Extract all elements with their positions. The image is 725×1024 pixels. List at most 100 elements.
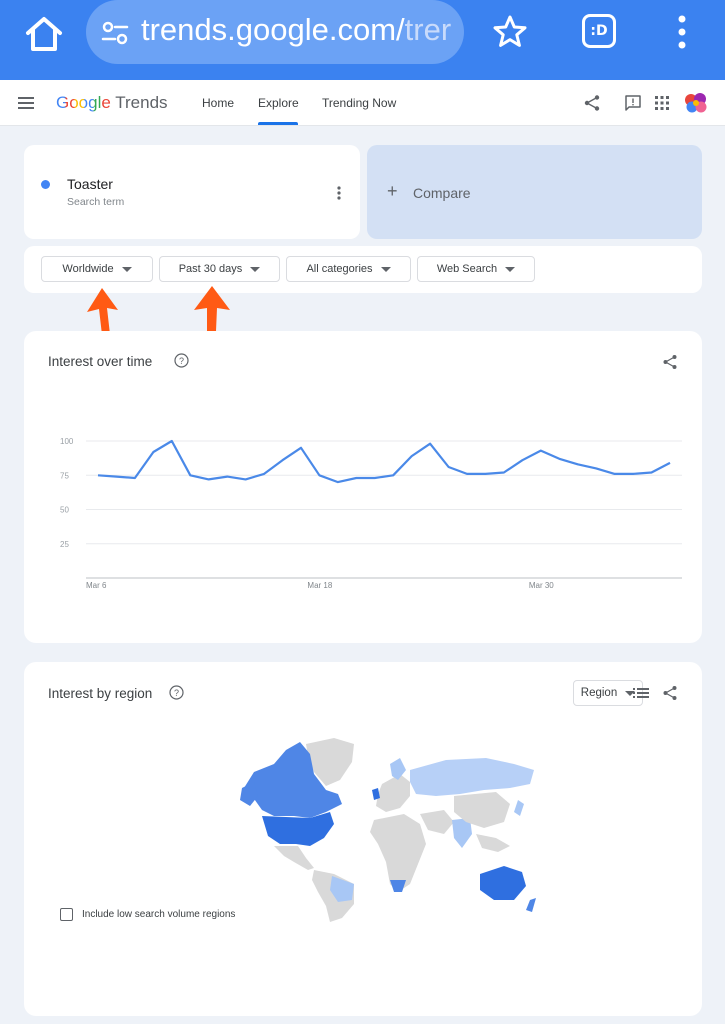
term-color-dot	[41, 180, 50, 189]
help-icon[interactable]: ?	[169, 685, 184, 700]
interest-by-region-title: Interest by region	[48, 686, 153, 701]
data-point[interactable]	[262, 472, 266, 476]
data-point[interactable]	[170, 439, 174, 443]
data-point[interactable]	[354, 476, 358, 480]
dropdown-arrow-icon	[250, 266, 261, 272]
series-line-toaster[interactable]	[97, 439, 671, 484]
map-region-southeast-asia	[476, 834, 510, 852]
map-region-russia	[410, 758, 534, 796]
data-point[interactable]	[520, 458, 524, 462]
x-tick-label: Mar 18	[307, 581, 332, 590]
low-volume-checkbox-label: Include low search volume regions	[82, 909, 236, 920]
data-point[interactable]	[539, 449, 543, 453]
logo-trends-text: Trends	[115, 93, 168, 112]
share-icon[interactable]	[662, 685, 678, 701]
data-point[interactable]	[133, 476, 137, 480]
time-range-filter[interactable]: Past 30 days	[159, 256, 280, 282]
data-point[interactable]	[613, 472, 617, 476]
category-filter[interactable]: All categories	[286, 256, 411, 282]
account-avatar[interactable]	[684, 92, 708, 114]
data-point[interactable]	[96, 473, 100, 477]
search-term-name[interactable]: Toaster	[67, 176, 113, 192]
tab-switcher-button[interactable]: :D	[582, 14, 616, 48]
home-icon[interactable]	[22, 12, 66, 56]
nav-home[interactable]: Home	[202, 96, 234, 110]
map-region-australia	[480, 866, 526, 900]
address-bar[interactable]: trends.google.com/trer	[86, 0, 464, 64]
data-point[interactable]	[502, 471, 506, 475]
data-point[interactable]	[188, 473, 192, 477]
data-point[interactable]	[557, 457, 561, 461]
data-point[interactable]	[114, 475, 118, 479]
search-term-card[interactable]: Toaster Search term	[24, 145, 360, 239]
y-tick-label: 100	[60, 437, 74, 446]
category-filter-label: All categories	[306, 263, 373, 275]
feedback-icon[interactable]	[624, 94, 642, 112]
share-icon[interactable]	[583, 94, 601, 112]
data-point[interactable]	[336, 480, 340, 484]
active-tab-indicator	[258, 122, 298, 125]
filter-bar: Worldwide Past 30 days All categories We…	[24, 246, 702, 293]
search-type-filter[interactable]: Web Search	[417, 256, 535, 282]
apps-grid-icon[interactable]	[653, 94, 671, 112]
location-filter-label: Worldwide	[62, 263, 114, 275]
x-tick-label: Mar 30	[529, 581, 554, 590]
data-point[interactable]	[225, 475, 229, 479]
data-point[interactable]	[207, 477, 211, 481]
x-tick-label: Mar 6	[86, 581, 107, 590]
nav-trending-now[interactable]: Trending Now	[322, 96, 396, 110]
url-text: trends.google.com/trer	[141, 12, 452, 47]
logo-google-text: Google	[56, 93, 111, 112]
google-trends-logo[interactable]: Google Trends	[56, 93, 168, 113]
more-vert-icon[interactable]	[672, 14, 692, 50]
search-term-subtitle: Search term	[67, 196, 125, 208]
data-point[interactable]	[631, 472, 635, 476]
data-point[interactable]	[317, 473, 321, 477]
data-point[interactable]	[410, 454, 414, 458]
nav-explore[interactable]: Explore	[258, 96, 299, 110]
interest-over-time-chart: 100 75 50 25 Mar 6 Mar 18 Mar 30	[60, 437, 682, 590]
data-point[interactable]	[428, 442, 432, 446]
bookmark-star-icon[interactable]	[492, 14, 528, 50]
location-filter[interactable]: Worldwide	[41, 256, 153, 282]
data-point[interactable]	[483, 472, 487, 476]
data-point[interactable]	[594, 466, 598, 470]
hamburger-menu-icon[interactable]	[18, 96, 34, 110]
data-point[interactable]	[373, 476, 377, 480]
browser-toolbar: trends.google.com/trer :D	[0, 0, 725, 80]
region-select-label: Region	[580, 687, 618, 699]
map-region-scandinavia	[390, 758, 406, 780]
map-region-middle-east	[420, 810, 454, 834]
more-options-icon[interactable]	[334, 185, 344, 201]
compare-button[interactable]: + Compare	[367, 145, 702, 239]
svg-text:?: ?	[174, 688, 179, 698]
site-settings-icon[interactable]	[100, 18, 130, 48]
map-region-japan	[514, 800, 524, 816]
data-point[interactable]	[576, 462, 580, 466]
dropdown-arrow-icon	[505, 266, 516, 272]
add-icon: +	[387, 181, 398, 201]
data-point[interactable]	[391, 473, 395, 477]
time-range-filter-label: Past 30 days	[178, 263, 243, 275]
low-volume-checkbox[interactable]	[60, 908, 73, 921]
y-tick-label: 25	[60, 540, 69, 549]
map-region-uk	[372, 788, 380, 800]
data-point[interactable]	[281, 458, 285, 462]
data-point[interactable]	[465, 472, 469, 476]
data-point[interactable]	[299, 446, 303, 450]
list-view-icon[interactable]	[633, 687, 649, 699]
data-point[interactable]	[447, 465, 451, 469]
y-tick-label: 75	[60, 471, 69, 480]
data-point[interactable]	[650, 471, 654, 475]
data-point[interactable]	[151, 450, 155, 454]
map-region-new-zealand	[526, 898, 536, 912]
dropdown-arrow-icon	[121, 266, 132, 272]
search-type-filter-label: Web Search	[436, 263, 498, 275]
dropdown-arrow-icon	[380, 266, 391, 272]
data-point[interactable]	[244, 477, 248, 481]
map-region-europe	[376, 774, 410, 812]
map-region-mexico	[274, 846, 314, 870]
interest-by-region-card: Interest by region ? Region Include low …	[24, 662, 702, 1016]
data-point[interactable]	[668, 461, 672, 465]
trends-header: Google Trends Home Explore Trending Now	[0, 80, 725, 126]
